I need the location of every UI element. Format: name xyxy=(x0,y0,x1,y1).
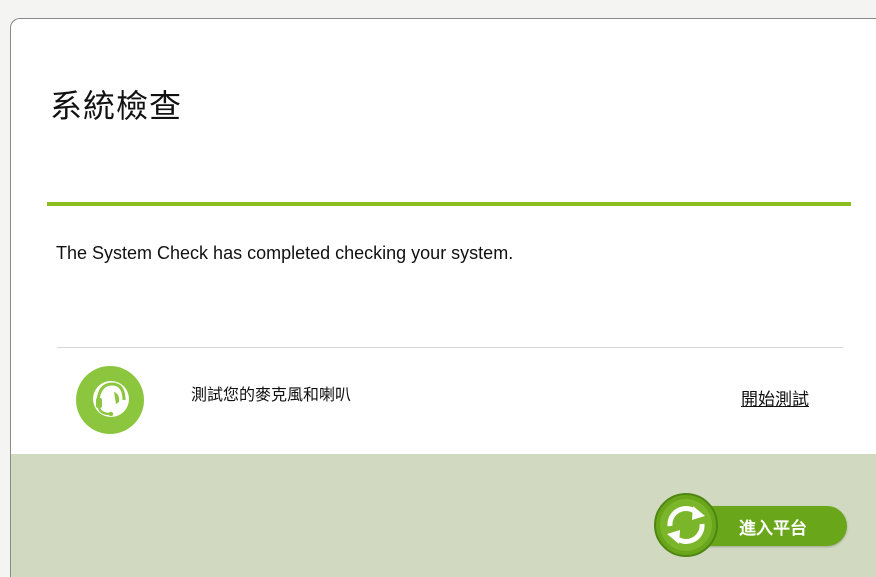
check-label-microphone: 測試您的麥克風和喇叭 xyxy=(191,385,352,404)
headset-icon xyxy=(76,366,144,434)
enter-platform-button[interactable]: 進入平台 xyxy=(653,492,853,557)
system-check-dialog: 系統檢查 The System Check has completed chec… xyxy=(10,18,876,577)
start-test-link[interactable]: 開始測試 xyxy=(741,385,809,410)
status-message: The System Check has completed checking … xyxy=(56,243,514,263)
section-divider xyxy=(57,347,843,348)
refresh-icon xyxy=(654,493,718,557)
title-divider xyxy=(47,202,851,206)
enter-button-label[interactable]: 進入平台 xyxy=(739,514,807,539)
dialog-title: 系統檢查 xyxy=(50,87,183,125)
